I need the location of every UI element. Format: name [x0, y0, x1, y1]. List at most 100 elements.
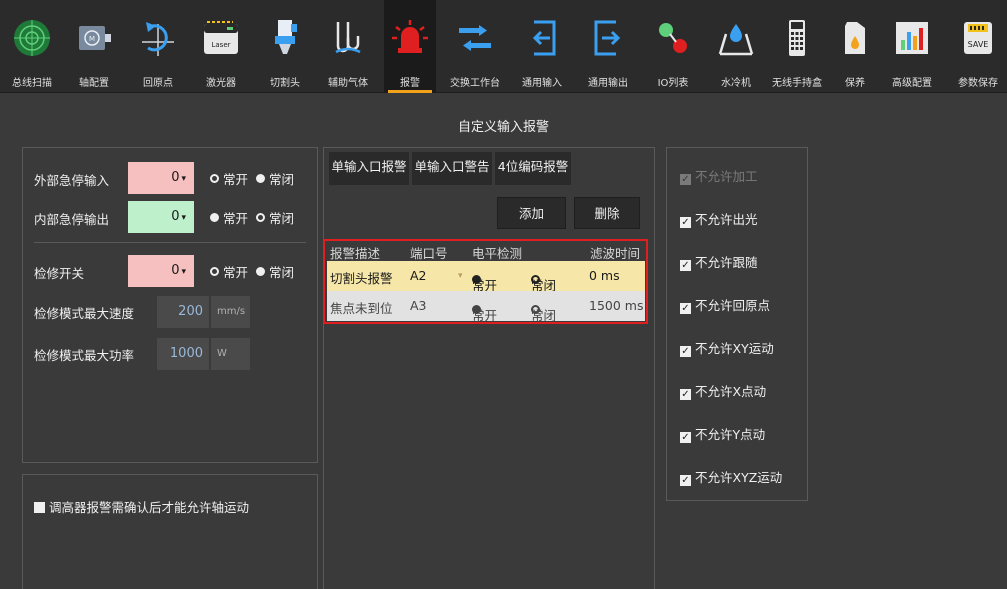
toolbar-label: 通用输入	[522, 78, 562, 89]
exchange-table-icon	[459, 25, 491, 51]
toolbar-bus-scan[interactable]: 总线扫描	[6, 0, 58, 93]
radar-icon	[14, 20, 50, 56]
oil-can-icon	[845, 22, 865, 54]
checkbox-icon: ✓	[680, 432, 691, 443]
toolbar-label: 高级配置	[892, 78, 932, 89]
max-speed-label: 检修模式最大速度	[34, 306, 135, 321]
toolbar-axis-config[interactable]: M 轴配置	[68, 0, 120, 93]
gas-icon	[335, 22, 361, 54]
checkbox-icon: ✓	[680, 303, 691, 314]
svg-text:Laser: Laser	[211, 41, 230, 49]
toolbar-label: 总线扫描	[12, 78, 52, 89]
checkbox-icon: ✓	[680, 475, 691, 486]
checkbox-icon: ✓	[680, 174, 691, 185]
chevron-down-icon: ▾	[181, 213, 186, 223]
toolbar-save-params[interactable]: SAVE 参数保存	[950, 0, 1006, 93]
checkbox-icon: ✓	[680, 217, 691, 228]
toolbar-exchange-table[interactable]: 交换工作台	[446, 0, 504, 93]
checkbox-icon: ✓	[680, 260, 691, 271]
checkbox-icon: ✓	[680, 389, 691, 400]
maintenance-switch-input[interactable]: 0 ▾	[128, 255, 194, 287]
input-icon	[532, 20, 556, 56]
max-speed-input[interactable]: 200	[157, 296, 209, 328]
checkbox-icon: ✓	[680, 346, 691, 357]
option-no-y-jog[interactable]: ✓ 不允许Y点动	[680, 424, 765, 443]
divider	[34, 242, 306, 243]
toolbar-label: 报警	[400, 78, 420, 89]
toolbar-water-cooler[interactable]: 水冷机	[710, 0, 762, 93]
toolbar-io-list[interactable]: IO列表	[646, 0, 700, 93]
bottom-left-panel	[22, 474, 318, 589]
svg-text:M: M	[89, 35, 95, 43]
output-icon	[594, 20, 621, 56]
external-estop-no-radio[interactable]: 常开	[210, 169, 248, 188]
toolbar-label: 辅助气体	[328, 78, 368, 89]
toolbar-label: 通用输出	[588, 78, 628, 89]
maintenance-switch-label: 检修开关	[34, 266, 85, 281]
option-no-follow[interactable]: ✓ 不允许跟随	[680, 252, 758, 271]
tab-single-input-alarm[interactable]: 单输入口报警	[329, 152, 409, 185]
toolbar-label: 参数保存	[958, 78, 998, 89]
io-list-icon	[659, 23, 687, 53]
highlight-box	[323, 239, 648, 324]
toolbar-home[interactable]: 回原点	[132, 0, 184, 93]
toolbar-label: 轴配置	[79, 78, 109, 89]
maintenance-nc-radio[interactable]: 常闭	[256, 262, 294, 281]
toolbar-maintenance[interactable]: 保养	[832, 0, 878, 93]
max-speed-unit: mm/s	[210, 296, 250, 328]
top-toolbar: 总线扫描 M 轴配置 回原点 Laser 激光器 切割头 辅助气体 报警 交换工…	[0, 0, 1007, 93]
toolbar-label: 水冷机	[721, 78, 751, 89]
chevron-down-icon: ▾	[181, 267, 186, 277]
max-power-label: 检修模式最大功率	[34, 348, 135, 363]
toolbar-label: 回原点	[143, 78, 173, 89]
save-icon: SAVE	[964, 22, 992, 54]
water-cooler-icon	[718, 24, 754, 56]
internal-estop-label: 内部急停输出	[34, 212, 110, 227]
remote-icon	[789, 20, 805, 56]
toolbar-label: IO列表	[657, 78, 689, 89]
toolbar-label: 激光器	[206, 78, 236, 89]
toolbar-label: 无线手持盒	[772, 78, 822, 89]
internal-estop-nc-radio[interactable]: 常闭	[256, 208, 294, 227]
option-no-homing[interactable]: ✓ 不允许回原点	[680, 295, 770, 314]
toolbar-cutting-head[interactable]: 切割头	[259, 0, 311, 93]
option-no-laser-out[interactable]: ✓ 不允许出光	[680, 209, 758, 228]
checkbox-icon	[34, 502, 45, 513]
delete-button[interactable]: 删除	[574, 197, 640, 229]
toolbar-wireless-remote[interactable]: 无线手持盒	[764, 0, 830, 93]
option-no-processing[interactable]: ✓ 不允许加工	[680, 166, 758, 185]
toolbar-label: 保养	[845, 78, 865, 89]
bar-chart-icon	[896, 22, 928, 54]
motor-icon: M	[79, 26, 111, 50]
toolbar-assist-gas[interactable]: 辅助气体	[322, 0, 374, 93]
toolbar-general-output[interactable]: 通用输出	[580, 0, 636, 93]
maintenance-no-radio[interactable]: 常开	[210, 262, 248, 281]
toolbar-label: 切割头	[270, 78, 300, 89]
alarm-light-icon	[392, 20, 428, 53]
height-controller-confirm-checkbox[interactable]: 调高器报警需确认后才能允许轴运动	[34, 497, 249, 516]
internal-estop-input[interactable]: 0 ▾	[128, 201, 194, 233]
tab-single-input-warning[interactable]: 单输入口警告	[412, 152, 492, 185]
tab-4bit-code-alarm[interactable]: 4位编码报警	[495, 152, 571, 185]
toolbar-general-input[interactable]: 通用输入	[514, 0, 570, 93]
internal-estop-no-radio[interactable]: 常开	[210, 208, 248, 227]
restriction-options-panel	[666, 147, 808, 501]
external-estop-nc-radio[interactable]: 常闭	[256, 169, 294, 188]
option-no-x-jog[interactable]: ✓ 不允许X点动	[680, 381, 766, 400]
external-estop-label: 外部急停输入	[34, 173, 110, 188]
option-no-xy-motion[interactable]: ✓ 不允许XY运动	[680, 338, 774, 357]
laser-icon: Laser	[204, 21, 238, 54]
toolbar-alarm[interactable]: 报警	[384, 0, 436, 93]
max-power-input[interactable]: 1000	[157, 338, 209, 370]
add-button[interactable]: 添加	[497, 197, 566, 229]
cutting-head-icon	[275, 20, 297, 54]
toolbar-laser[interactable]: Laser 激光器	[194, 0, 248, 93]
chevron-down-icon: ▾	[181, 174, 186, 184]
svg-text:SAVE: SAVE	[968, 40, 989, 49]
external-estop-input[interactable]: 0 ▾	[128, 162, 194, 194]
page-title: 自定义输入报警	[457, 120, 549, 135]
max-power-unit: W	[210, 338, 250, 370]
option-no-xyz-motion[interactable]: ✓ 不允许XYZ运动	[680, 467, 782, 486]
return-origin-icon	[142, 22, 174, 56]
toolbar-advanced-config[interactable]: 高级配置	[882, 0, 942, 93]
